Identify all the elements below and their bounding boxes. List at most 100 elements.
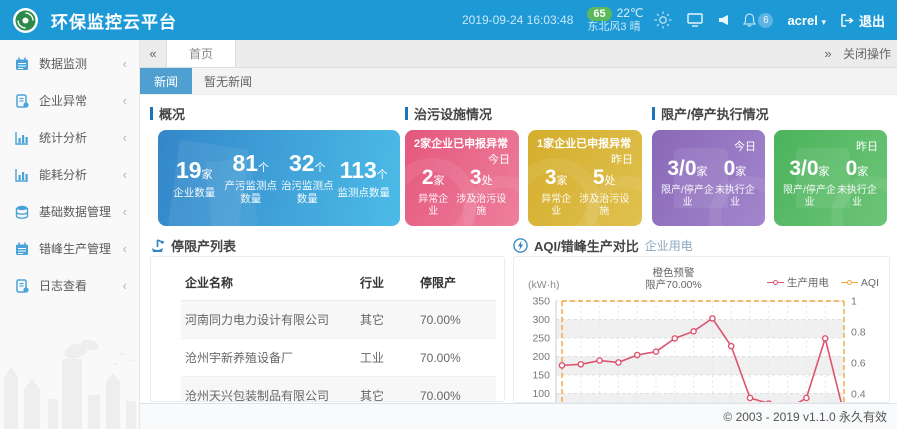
chevron-collapse-icon: ‹ <box>123 93 127 108</box>
legend-marker-icon <box>841 280 858 285</box>
svg-text:0.6: 0.6 <box>851 358 866 370</box>
logout-button[interactable]: 退出 <box>840 11 885 30</box>
stat-label: 治污监测点数量 <box>279 180 336 206</box>
chevron-collapse-icon: ‹ <box>123 241 127 256</box>
close-operations-menu[interactable]: 关闭操作 <box>841 40 897 67</box>
notifications[interactable]: 6 <box>743 13 773 28</box>
card-stat: 3处涉及治污设施 <box>452 167 510 218</box>
bar-chart-icon <box>14 168 30 182</box>
svg-text:300: 300 <box>532 314 550 326</box>
table-cell: 其它 <box>356 377 416 403</box>
dashboard-content: 概况 19家企业数量81个产污监测点数量32个治污监测点数量113个监测点数量 … <box>140 96 897 403</box>
card-stat: 5处涉及治污设施 <box>575 167 633 218</box>
sidebar: 数据监测‹企业异常‹ 统计分析 ‹ 能耗分析 ‹ 基础数据管理 ‹ 错峰生产管理 ‹ 日志查看 ‹ <box>0 40 140 429</box>
stat-value: 81个 <box>223 150 280 177</box>
stat-value: 0家 <box>836 158 878 183</box>
tabs-scroll-right-icon[interactable]: » <box>815 40 841 67</box>
table-cell: 其它 <box>356 301 416 339</box>
chevron-collapse-icon: ‹ <box>123 167 127 182</box>
sidebar-item-enterprise-abnormal[interactable]: 企业异常‹ <box>0 82 139 119</box>
bell-icon <box>743 13 756 27</box>
card-stat: 0家未执行企业 <box>714 158 756 209</box>
sidebar-item-log-view[interactable]: 日志查看 ‹ <box>0 267 139 304</box>
svg-text:1: 1 <box>851 296 857 308</box>
card-stats: 3/0家限产/停产企业0家未执行企业 <box>661 158 756 209</box>
tab-news[interactable]: 新闻 <box>140 68 192 94</box>
svg-text:0.8: 0.8 <box>851 327 866 339</box>
aqi-badge: 65 <box>587 7 611 21</box>
sidebar-item-statistical-analysis[interactable]: 统计分析 ‹ <box>0 119 139 156</box>
bar-chart-icon <box>14 131 30 145</box>
report-icon <box>14 279 30 293</box>
stat-value: 32个 <box>279 150 336 177</box>
monitor-icon[interactable] <box>687 13 703 27</box>
app-window: 环保监控云平台 2019-09-24 16:03:48 65 22℃ 东北风3 … <box>0 0 897 429</box>
tab-home[interactable]: 首页 <box>166 40 236 67</box>
stat-label: 限产/停产企业 <box>661 185 714 209</box>
logout-icon <box>840 14 854 27</box>
sun-icon <box>653 10 673 30</box>
legend-marker-icon <box>767 280 784 285</box>
sidebar-item-label: 日志查看 <box>39 277 87 294</box>
card-day-label: 昨日 <box>783 138 878 154</box>
legend-item-aqi[interactable]: AQI <box>841 277 879 289</box>
card-stat: 3/0家限产/停产企业 <box>661 158 714 209</box>
card-stats: 3家异常企业5处涉及治污设施 <box>537 167 633 218</box>
speaker-icon[interactable] <box>717 14 729 26</box>
chevron-collapse-icon: ‹ <box>123 56 127 71</box>
stat-value: 2家 <box>414 167 452 192</box>
sidebar-item-basic-data-management[interactable]: 基础数据管理 ‹ <box>0 193 139 230</box>
overview-stat: 113个监测点数量 <box>336 157 393 200</box>
tabs-scroll-left-icon[interactable]: « <box>140 40 166 67</box>
temperature-label: 22℃ <box>617 7 644 20</box>
sidebar-item-energy-analysis[interactable]: 能耗分析 ‹ <box>0 156 139 193</box>
table-row[interactable]: 沧州天兴包装制品有限公司其它70.00% <box>181 377 496 403</box>
stat-label: 产污监测点数量 <box>223 180 280 206</box>
copyright-label: © 2003 - 2019 v1.1.0 永久有效 <box>723 408 887 425</box>
sidebar-item-label: 统计分析 <box>39 129 87 146</box>
overview-stat: 32个治污监测点数量 <box>279 150 336 206</box>
limit-table-card: 企业名称行业停限产 河南同力电力设计有限公司其它70.00%沧州宇新养殖设备厂工… <box>150 256 505 402</box>
sidebar-item-label: 能耗分析 <box>39 166 87 183</box>
sidebar-item-data-monitoring[interactable]: 数据监测‹ <box>0 45 139 82</box>
table-cell: 70.00% <box>416 377 496 403</box>
table-header-0: 企业名称 <box>181 265 356 301</box>
section-overview: 概况 19家企业数量81个产污监测点数量32个治污监测点数量113个监测点数量 <box>150 104 402 226</box>
overview-stat: 81个产污监测点数量 <box>223 150 280 206</box>
chevron-collapse-icon: ‹ <box>123 204 127 219</box>
table-header-2: 停限产 <box>416 265 496 301</box>
pollution-card-today: 2家企业已申报异常今日2家异常企业3处涉及治污设施 <box>405 130 519 226</box>
legend-item-production[interactable]: 生产用电 <box>767 275 829 290</box>
power-bolt-icon <box>513 238 528 253</box>
chevron-collapse-icon: ‹ <box>123 130 127 145</box>
section-title-pollution-control: 治污设施情况 <box>405 104 643 123</box>
user-menu[interactable]: acrel ▾ <box>787 13 826 28</box>
sidebar-item-peak-production-management[interactable]: 错峰生产管理 ‹ <box>0 230 139 267</box>
card-stat: 3家异常企业 <box>537 167 575 218</box>
stat-label: 监测点数量 <box>336 187 393 200</box>
stat-value: 19家 <box>166 157 223 184</box>
chevron-collapse-icon: ‹ <box>123 278 127 293</box>
stat-label: 企业数量 <box>166 187 223 200</box>
table-cell: 工业 <box>356 339 416 377</box>
stat-value: 3处 <box>452 167 510 192</box>
sidebar-item-label: 基础数据管理 <box>39 203 111 220</box>
card-day-label: 昨日 <box>537 151 633 167</box>
limit-table: 企业名称行业停限产 河南同力电力设计有限公司其它70.00%沧州宇新养殖设备厂工… <box>181 265 496 402</box>
chart-subtitle: 企业用电 <box>645 237 693 254</box>
stat-label: 限产/停产企业 <box>783 185 836 209</box>
news-empty-label: 暂无新闻 <box>192 68 252 94</box>
table-row[interactable]: 沧州宇新养殖设备厂工业70.00% <box>181 339 496 377</box>
table-row[interactable]: 河南同力电力设计有限公司其它70.00% <box>181 301 496 339</box>
svg-text:0.4: 0.4 <box>851 389 866 401</box>
stat-value: 3/0家 <box>783 158 836 183</box>
city-skyline-watermark <box>0 329 140 429</box>
limit-card-yesterday: 昨日3/0家限产/停产企业0家未执行企业 <box>774 130 887 226</box>
chart-panel-title: AQI/错峰生产对比 企业用电 <box>513 236 693 255</box>
table-cell: 70.00% <box>416 339 496 377</box>
aqi-production-line-chart[interactable]: 35030025020015010010.80.60.4 <box>514 291 871 403</box>
stat-label: 异常企业 <box>414 194 452 218</box>
wind-condition-label: 东北风3 晴 <box>587 21 643 34</box>
calendar-icon <box>14 242 30 256</box>
sidebar-item-label: 错峰生产管理 <box>39 240 111 257</box>
